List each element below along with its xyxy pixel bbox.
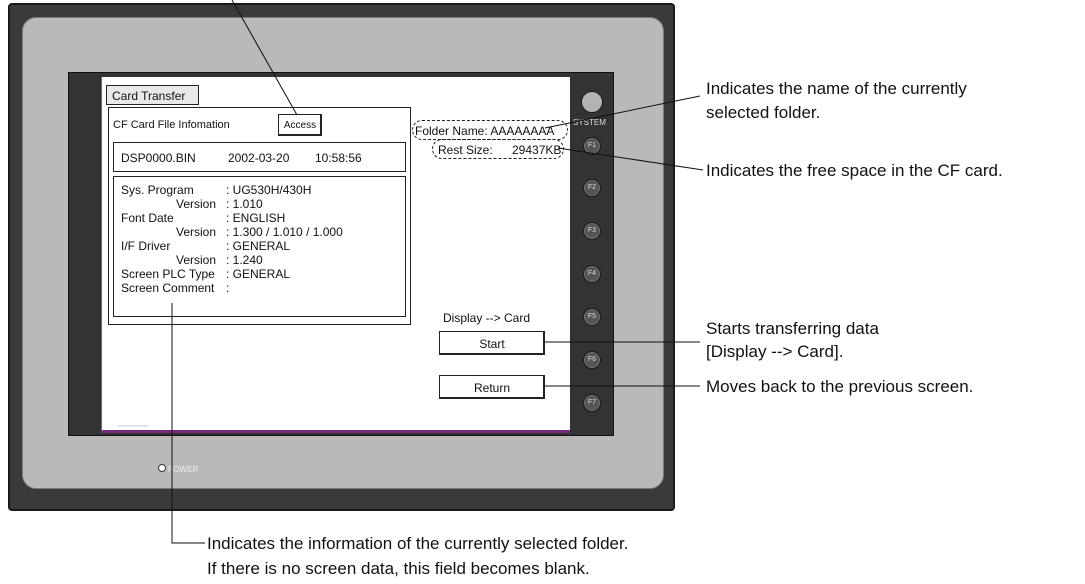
folder-leader-line xyxy=(544,95,701,129)
folder-annotation-line2: selected folder. xyxy=(706,103,821,122)
return-annotation: Moves back to the previous screen. xyxy=(706,377,974,396)
start-annotation-line1: Starts transferring data xyxy=(706,319,879,338)
start-annotation-line2: [Display --> Card]. xyxy=(706,342,844,361)
folder-annotation-line1: Indicates the name of the currently xyxy=(706,79,967,98)
free-space-leader-line xyxy=(557,147,704,171)
free-space-annotation: Indicates the free space in the CF card. xyxy=(706,161,1003,180)
access-leader-line xyxy=(231,0,298,116)
info-leader-line xyxy=(171,303,205,544)
info-annotation-line1: Indicates the information of the current… xyxy=(207,534,629,553)
info-annotation-line2: If there is no screen data, this field b… xyxy=(207,559,590,578)
